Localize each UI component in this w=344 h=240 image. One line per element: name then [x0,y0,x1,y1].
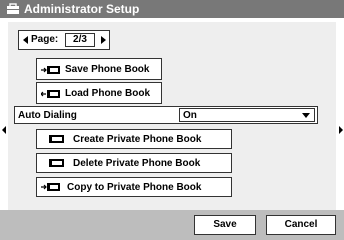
chevron-down-icon [302,113,310,118]
phone-book-icon [49,135,64,143]
auto-dialing-row: Auto Dialing On [14,106,318,124]
toolbox-icon [7,3,19,14]
load-phone-book-label: Load Phone Book [65,88,150,99]
prev-page-arrow-icon[interactable] [23,36,28,44]
auto-dialing-value: On [183,110,197,121]
cancel-button[interactable]: Cancel [266,215,336,235]
create-private-phone-book-label: Create Private Phone Book [73,134,202,145]
page-value: 2/3 [65,33,95,47]
scroll-right-arrow-icon[interactable] [339,126,343,134]
footer-bar: Save Cancel [0,210,344,240]
administrator-setup-screen: Administrator Setup Page: 2/3 Save Phone… [0,0,344,240]
scroll-left-arrow-icon[interactable] [2,126,6,134]
save-phone-book-label: Save Phone Book [65,64,150,75]
copy-to-private-phone-book-button[interactable]: Copy to Private Phone Book [36,177,232,197]
title-bar: Administrator Setup [0,0,344,18]
create-private-phone-book-button[interactable]: Create Private Phone Book [36,129,232,149]
save-button[interactable]: Save [194,215,256,235]
phone-book-icon [49,159,64,167]
save-phone-book-button[interactable]: Save Phone Book [36,58,162,80]
copy-book-icon [41,183,60,191]
copy-to-private-phone-book-label: Copy to Private Phone Book [67,182,202,193]
next-page-arrow-icon[interactable] [101,36,106,44]
settings-panel: Page: 2/3 Save Phone Book Load Phone Boo… [8,22,336,210]
load-phone-book-button[interactable]: Load Phone Book [36,82,162,104]
delete-private-phone-book-label: Delete Private Phone Book [73,158,201,169]
page-label: Page: [31,34,59,45]
import-book-icon [41,90,60,98]
page-selector[interactable]: Page: 2/3 [18,30,110,50]
export-book-icon [41,66,60,74]
auto-dialing-label: Auto Dialing [18,110,77,121]
auto-dialing-select[interactable]: On [179,108,315,122]
delete-private-phone-book-button[interactable]: Delete Private Phone Book [36,153,232,173]
window-title: Administrator Setup [24,2,140,16]
